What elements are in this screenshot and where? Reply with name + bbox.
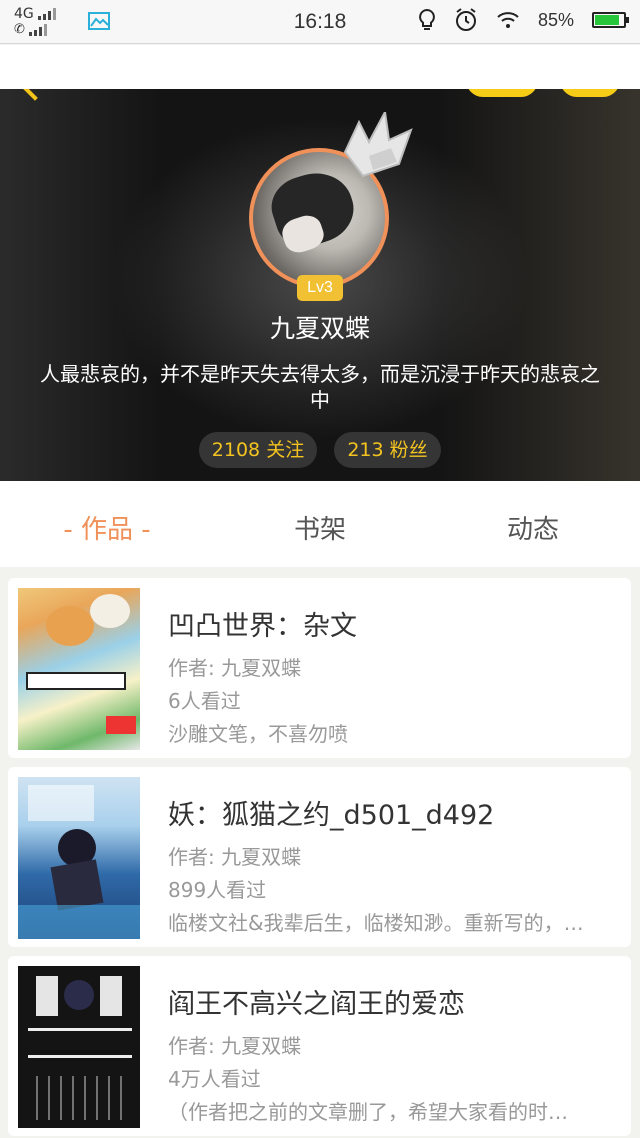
work-cover-image[interactable]: [18, 588, 140, 750]
level-badge: Lv3: [297, 275, 343, 301]
following-count[interactable]: 2108 关注: [199, 432, 317, 468]
profile-tabs: - 作品 - 书架 动态: [0, 481, 640, 567]
work-cover-image[interactable]: [18, 777, 140, 939]
crown-icon: [343, 112, 413, 178]
work-title[interactable]: 妖：狐猫之约_d501_d492: [168, 793, 494, 832]
back-icon[interactable]: [22, 89, 48, 101]
battery-icon: [592, 12, 629, 28]
work-title[interactable]: 凹凸世界：杂文: [168, 604, 357, 643]
avatar-container[interactable]: [249, 112, 413, 288]
work-author: 作者: 九夏双蝶: [168, 656, 302, 680]
work-card[interactable]: 阎王不高兴之阎王的爱恋 作者: 九夏双蝶 4万人看过 （作者把之前的文章删了，希…: [8, 956, 631, 1136]
nickname: 九夏双蝶: [269, 314, 370, 343]
battery-percent: 85%: [537, 9, 574, 30]
tab-works[interactable]: - 作品 -: [17, 509, 197, 546]
battery-fill: [595, 15, 619, 25]
tab-activity-label: 动态: [506, 515, 559, 545]
status-icons: 85%: [418, 8, 629, 32]
header-spacer: [0, 45, 640, 89]
tab-bookshelf-label: 书架: [293, 515, 346, 545]
profile-header: Lv3 九夏双蝶 人最悲哀的，并不是昨天失去得太多，而是沉浸于昨天的悲哀之中 2…: [0, 89, 640, 481]
work-card[interactable]: 凹凸世界：杂文 作者: 九夏双蝶 6人看过 沙雕文笔，不喜勿喷: [8, 578, 631, 758]
header-action-button[interactable]: [466, 89, 538, 97]
alarm-icon: [455, 8, 476, 31]
work-title[interactable]: 阎王不高兴之阎王的爱恋: [168, 982, 465, 1021]
tab-activity[interactable]: 动态: [443, 509, 623, 546]
wifi-icon: [497, 12, 519, 28]
tab-bookshelf[interactable]: 书架: [230, 509, 410, 546]
work-author: 作者: 九夏双蝶: [168, 845, 302, 869]
work-card[interactable]: 妖：狐猫之约_d501_d492 作者: 九夏双蝶 899人看过 临楼文社&我辈…: [8, 767, 631, 947]
work-summary: 沙雕文笔，不喜勿喷: [168, 722, 348, 746]
work-summary: （作者把之前的文章删了，希望大家看的时…: [168, 1100, 568, 1124]
work-summary: 临楼文社&我辈后生，临楼知渺。重新写的，…: [168, 911, 584, 935]
work-cover-image[interactable]: [18, 966, 140, 1128]
work-author: 作者: 九夏双蝶: [168, 1034, 302, 1058]
header-action-button[interactable]: [560, 89, 620, 97]
followers-count[interactable]: 213 粉丝: [334, 432, 441, 468]
tab-works-label: - 作品 -: [63, 515, 151, 545]
status-bar: 4G ✆ 16:18 85%: [0, 0, 640, 44]
user-signature: 人最悲哀的，并不是昨天失去得太多，而是沉浸于昨天的悲哀之中: [40, 362, 600, 412]
bulb-icon: [419, 8, 435, 30]
work-views: 899人看过: [168, 878, 267, 902]
work-views: 6人看过: [168, 689, 241, 713]
work-views: 4万人看过: [168, 1067, 261, 1091]
